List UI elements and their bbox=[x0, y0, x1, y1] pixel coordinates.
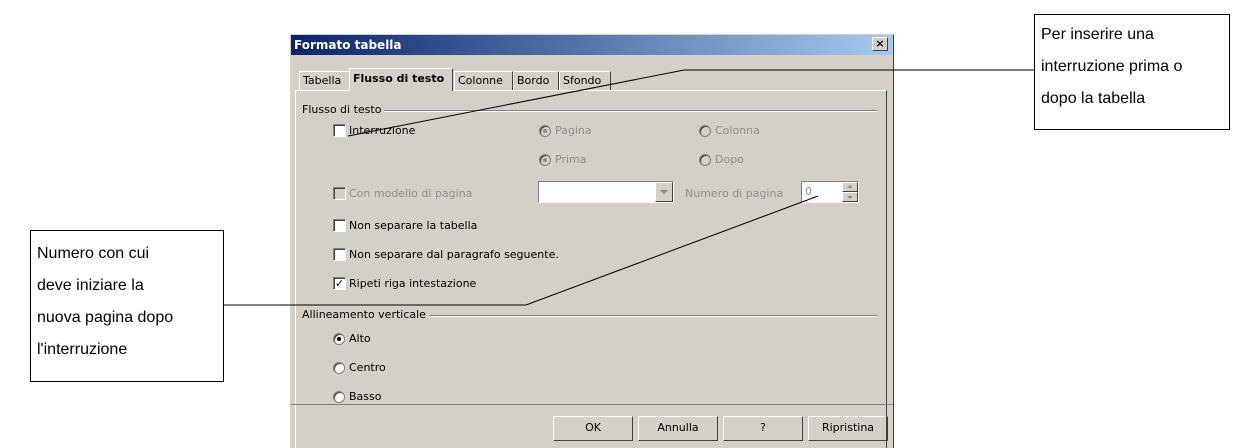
callout-line: dopo la tabella bbox=[1041, 90, 1146, 107]
callout-page-number: Numero con cui deve iniziare la nuova pa… bbox=[30, 230, 224, 382]
tab-label: Tabella bbox=[303, 74, 342, 87]
tab-label: Flusso di testo bbox=[353, 72, 445, 85]
flow-group-label: Flusso di testo bbox=[302, 103, 385, 116]
callout-line: Numero con cui bbox=[37, 245, 150, 262]
tab-label: Sfondo bbox=[563, 74, 602, 87]
tab-panel bbox=[295, 90, 887, 448]
tab-label: Colonne bbox=[458, 74, 503, 87]
tab-flusso-di-testo[interactable]: Flusso di testo bbox=[349, 68, 453, 91]
tab-label: Bordo bbox=[517, 74, 550, 87]
callout-line: nuova pagina dopo bbox=[37, 309, 174, 326]
button-bar-divider bbox=[291, 404, 893, 405]
tab-colonne[interactable]: Colonne bbox=[454, 71, 513, 90]
tab-sfondo[interactable]: Sfondo bbox=[559, 71, 611, 90]
group-divider bbox=[303, 110, 877, 112]
callout-break-position: Per inserire una interruzione prima o do… bbox=[1034, 14, 1230, 130]
tab-tabella[interactable]: Tabella bbox=[299, 71, 351, 90]
vertical-group-label: Allineamento verticale bbox=[302, 308, 429, 321]
close-icon: × bbox=[875, 37, 885, 50]
dialog-title: Formato tabella bbox=[294, 38, 402, 52]
callout-line: interruzione prima o bbox=[1041, 58, 1183, 75]
callout-line: l'interruzione bbox=[37, 341, 128, 358]
callout-line: deve iniziare la bbox=[37, 277, 144, 294]
title-bar: Formato tabella × bbox=[291, 35, 893, 55]
table-format-dialog: Formato tabella × Tabella Flusso di test… bbox=[290, 34, 894, 448]
callout-line: Per inserire una bbox=[1041, 26, 1154, 43]
close-button[interactable]: × bbox=[872, 37, 888, 51]
tab-bordo[interactable]: Bordo bbox=[513, 71, 559, 90]
